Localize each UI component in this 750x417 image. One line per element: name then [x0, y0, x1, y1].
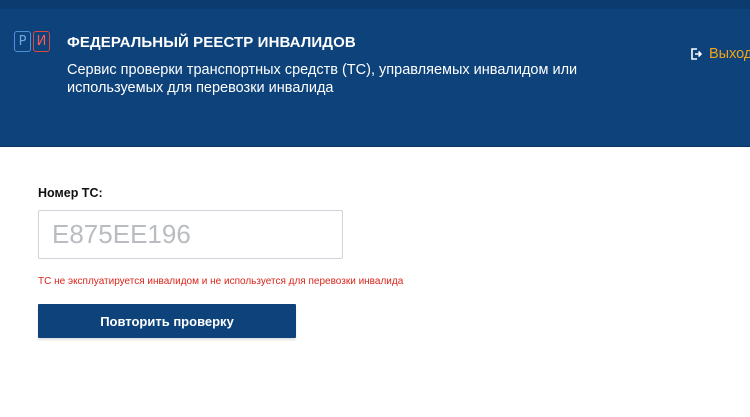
- header-top-strip: [0, 0, 750, 9]
- check-result-message: ТС не эксплуатируется инвалидом и не исп…: [38, 276, 404, 287]
- logout-icon: [690, 48, 703, 60]
- site-header: Р И ФЕДЕРАЛЬНЫЙ РЕЕСТР ИНВАЛИДОВ Сервис …: [0, 0, 750, 147]
- page-title: ФЕДЕРАЛЬНЫЙ РЕЕСТР ИНВАЛИДОВ: [67, 34, 356, 51]
- vehicle-number-input[interactable]: [38, 210, 343, 259]
- logo-letter-right: И: [33, 31, 50, 52]
- logo-letter-left: Р: [14, 31, 31, 52]
- registry-logo: Р И: [14, 31, 52, 53]
- vehicle-number-label: Номер ТС:: [38, 186, 103, 200]
- page-subtitle: Сервис проверки транспортных средств (ТС…: [67, 62, 578, 96]
- retry-check-button[interactable]: Повторить проверку: [38, 304, 296, 338]
- logout-link[interactable]: Выход: [690, 46, 750, 62]
- logout-label: Выход: [709, 46, 750, 62]
